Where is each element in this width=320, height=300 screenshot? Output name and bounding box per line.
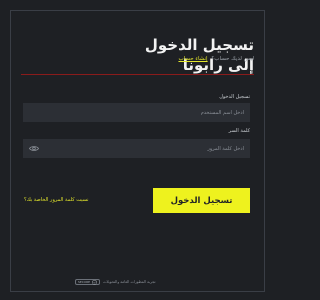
secure-badge: SECURE — [75, 279, 101, 285]
password-label: كلمة السر — [228, 128, 250, 134]
footer-text: تجربة المطورات العامة والتحويلات — [103, 280, 156, 284]
password-input[interactable] — [23, 139, 250, 158]
signup-prompt: ليس لديك حساب؟ — [211, 56, 254, 62]
forgot-password-link[interactable]: نسيت كلمة المرور الخاصة بك؟ — [24, 197, 88, 203]
eye-icon[interactable] — [29, 144, 39, 153]
page-title: تسجيل الدخول إلى رابونا — [144, 36, 254, 74]
header-divider — [21, 74, 254, 75]
username-label: تسجيل الدخول — [219, 94, 250, 100]
username-input[interactable] — [23, 103, 250, 122]
signup-link[interactable]: إنشاء حساب — [178, 56, 207, 62]
signup-row: ليس لديك حساب؟ إنشاء حساب — [124, 56, 254, 62]
badge-label: SECURE — [78, 280, 91, 284]
check-shield-icon — [92, 279, 97, 285]
login-button[interactable]: تسجيل الدخول — [153, 188, 250, 213]
footer: تجربة المطورات العامة والتحويلات SECURE — [75, 279, 156, 285]
login-panel: تسجيل الدخول إلى رابونا ليس لديك حساب؟ إ… — [10, 10, 265, 292]
